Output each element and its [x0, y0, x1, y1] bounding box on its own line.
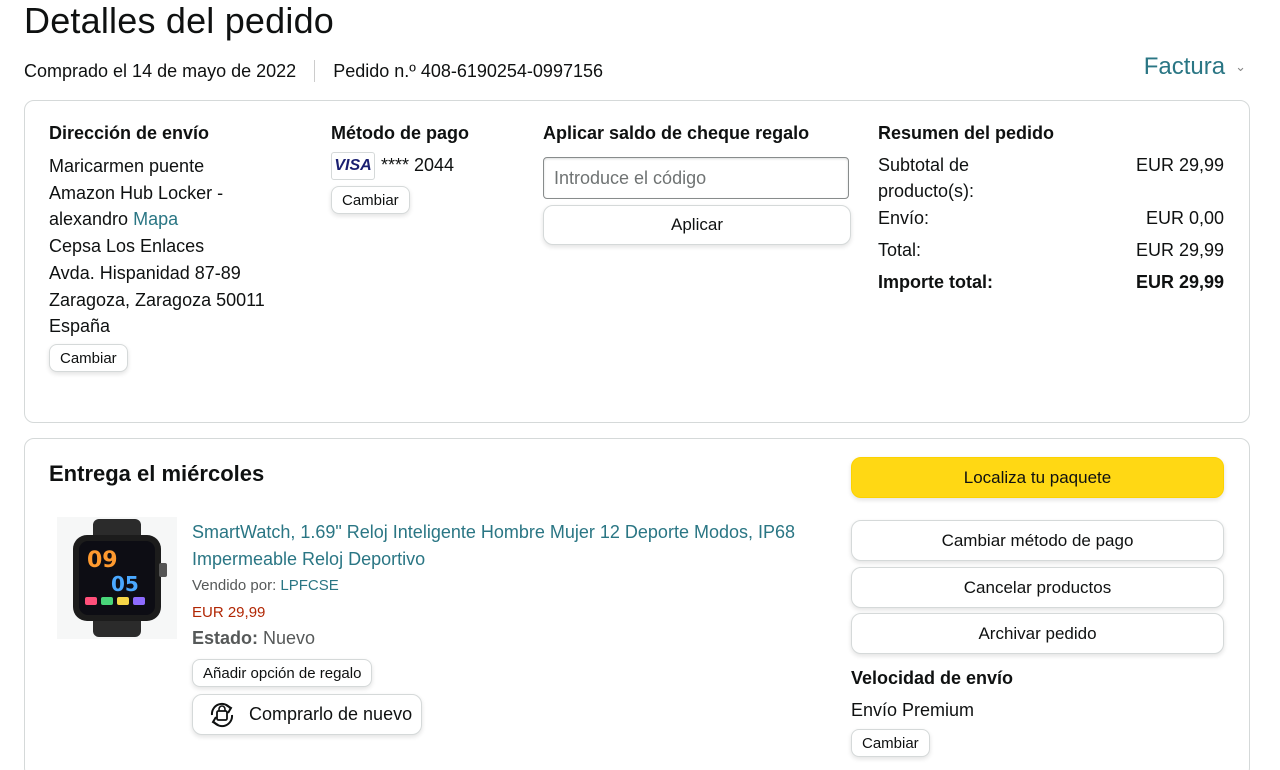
condition-value: Nuevo — [263, 628, 316, 648]
subtotal-label: Subtotal de producto(s): — [878, 152, 974, 204]
total-label: Total: — [878, 240, 922, 260]
chevron-down-icon: ⌄ — [1235, 59, 1246, 74]
change-speed-button[interactable]: Cambiar — [851, 729, 930, 757]
order-info-card: Dirección de envío Maricarmen puente Ama… — [24, 100, 1250, 423]
shipping-cost-value: EUR 0,00 — [1145, 208, 1224, 228]
shipping-address: Maricarmen puente Amazon Hub Locker - al… — [49, 153, 265, 340]
change-address-button[interactable]: Cambiar — [49, 344, 128, 372]
subtotal-row: Subtotal de producto(s): EUR 29,99 — [878, 152, 1224, 204]
invoice-label: Factura — [1143, 53, 1226, 80]
shipping-cost-label: Envío: — [878, 208, 930, 228]
watch-minute-text: 05 — [111, 572, 139, 596]
buy-again-label: Comprarlo de nuevo — [249, 704, 413, 724]
order-meta: Comprado el 14 de mayo de 2022 Pedido n.… — [24, 60, 603, 82]
total-row: Total: EUR 29,99 — [878, 237, 1224, 263]
visa-card-icon: VISA — [331, 152, 375, 180]
delivery-title: Entrega el miércoles — [49, 461, 265, 486]
smartwatch-icon: 09 05 — [73, 519, 167, 637]
change-payment-method-button[interactable]: Cambiar método de pago — [851, 520, 1224, 561]
address-country: España — [49, 316, 111, 337]
purchase-date: Comprado el 14 de mayo de 2022 — [24, 60, 297, 81]
subtotal-label-line: Subtotal de — [878, 155, 970, 175]
payment-heading: Método de pago — [331, 123, 469, 143]
sold-by-label: Vendido por: — [192, 577, 277, 594]
summary-heading: Resumen del pedido — [878, 123, 1055, 143]
subtotal-label-line: producto(s): — [878, 181, 975, 201]
grand-total-value: EUR 29,99 — [1135, 272, 1224, 292]
buy-again-button[interactable]: Comprarlo de nuevo — [192, 694, 422, 735]
shipment-card: Entrega el miércoles 09 05 SmartWatch, 1… — [24, 438, 1250, 770]
gift-option-button[interactable]: Añadir opción de regalo — [192, 659, 373, 687]
archive-order-button[interactable]: Archivar pedido — [851, 613, 1224, 654]
product-condition: Estado: Nuevo — [192, 628, 315, 649]
watch-hour-text: 09 — [87, 548, 118, 573]
product-title-link[interactable]: SmartWatch, 1.69" Reloj Inteligente Homb… — [192, 519, 812, 573]
meta-divider — [314, 60, 316, 82]
address-line: Avda. Hispanidad 87-89 — [49, 262, 241, 283]
shipping-cost-row: Envío: EUR 0,00 — [878, 205, 1224, 231]
grand-total-row: Importe total: EUR 29,99 — [878, 269, 1224, 295]
apply-gift-button[interactable]: Aplicar — [543, 205, 851, 245]
order-number: Pedido n.º 408-6190254-0997156 — [333, 60, 603, 81]
shipping-speed-value: Envío Premium — [851, 700, 975, 720]
condition-label: Estado: — [192, 628, 259, 648]
track-package-button[interactable]: Localiza tu paquete — [851, 457, 1224, 498]
card-digits: **** 2044 — [381, 155, 455, 175]
product-image[interactable]: 09 05 — [57, 517, 177, 639]
gift-code-input[interactable] — [543, 157, 849, 199]
total-value: EUR 29,99 — [1135, 240, 1224, 260]
shipping-speed-heading: Velocidad de envío — [851, 668, 1014, 688]
shipping-heading: Dirección de envío — [49, 123, 210, 143]
seller-link[interactable]: LPFCSE — [280, 577, 338, 594]
address-line: Cepsa Los Enlaces — [49, 236, 205, 257]
product-price: EUR 29,99 — [192, 604, 266, 621]
change-payment-button[interactable]: Cambiar — [331, 186, 410, 214]
cancel-items-button[interactable]: Cancelar productos — [851, 567, 1224, 608]
subtotal-value: EUR 29,99 — [1135, 155, 1224, 175]
grand-total-label: Importe total: — [878, 272, 993, 292]
address-line: Amazon Hub Locker - — [49, 182, 224, 203]
gift-card-heading: Aplicar saldo de cheque regalo — [543, 123, 810, 143]
sold-by: Vendido por: LPFCSE — [192, 577, 339, 594]
invoice-dropdown[interactable]: Factura ⌄ — [1144, 53, 1246, 81]
page-title: Detalles del pedido — [24, 0, 335, 41]
address-line: Zaragoza, Zaragoza 50011 — [49, 289, 265, 310]
buy-again-icon — [210, 702, 234, 727]
address-text: alexandro — [49, 209, 129, 230]
address-name: Maricarmen puente — [49, 156, 205, 176]
map-link[interactable]: Mapa — [133, 209, 178, 229]
address-line: alexandro Mapa — [49, 206, 265, 233]
